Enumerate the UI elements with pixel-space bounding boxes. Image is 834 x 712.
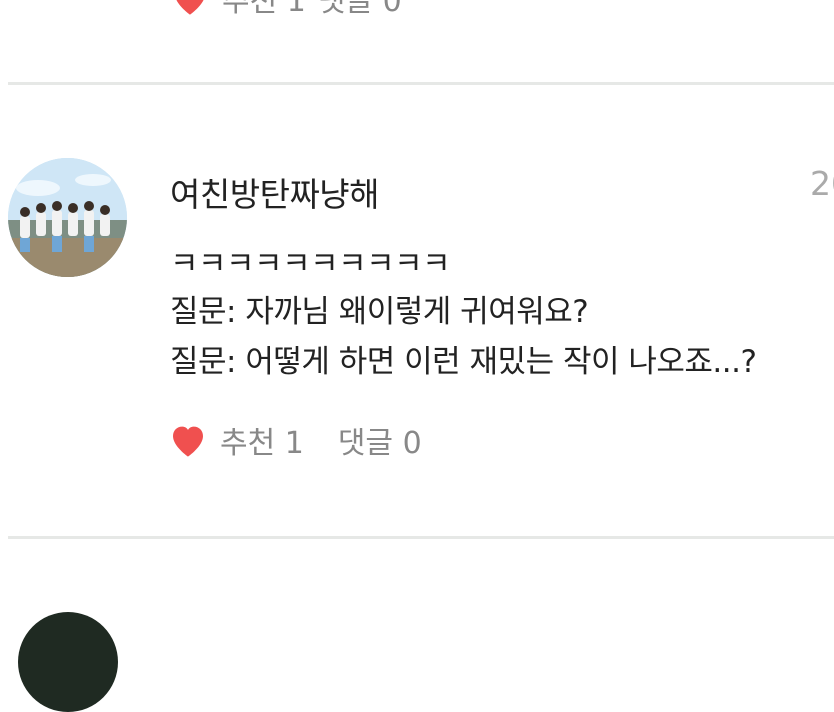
comment-item: 여친방탄짜냥해 20 ㅋㅋㅋㅋㅋㅋㅋㅋㅋㅋ 질문: 자까님 왜이렇게 귀여워요?… bbox=[0, 86, 834, 536]
previous-reply-count[interactable]: 댓글 0 bbox=[318, 0, 402, 20]
previous-like-count[interactable]: 추천 1 bbox=[222, 0, 306, 20]
avatar-image bbox=[8, 158, 127, 277]
comment-actions: 추천 1 댓글 0 bbox=[168, 418, 422, 462]
previous-comment-actions: 추천 1 댓글 0 bbox=[170, 0, 402, 20]
comment-author[interactable]: 여친방탄짜냥해 bbox=[170, 168, 380, 216]
comment-text-line: 질문: 어떻게 하면 이런 재밌는 작이 나오죠...? bbox=[170, 344, 757, 380]
divider bbox=[8, 82, 834, 85]
heart-icon[interactable] bbox=[170, 0, 210, 18]
comment-date: 20 bbox=[810, 164, 834, 203]
heart-icon[interactable] bbox=[168, 420, 208, 460]
reply-button[interactable]: 댓글 0 bbox=[338, 418, 422, 462]
comment-text-line: 질문: 자까님 왜이렇게 귀여워요? bbox=[170, 294, 589, 330]
next-comment-avatar[interactable] bbox=[18, 612, 118, 712]
avatar[interactable] bbox=[8, 158, 127, 277]
like-button[interactable]: 추천 1 bbox=[220, 418, 304, 462]
comment-text-line: ㅋㅋㅋㅋㅋㅋㅋㅋㅋㅋ bbox=[170, 246, 451, 282]
divider bbox=[8, 536, 834, 539]
